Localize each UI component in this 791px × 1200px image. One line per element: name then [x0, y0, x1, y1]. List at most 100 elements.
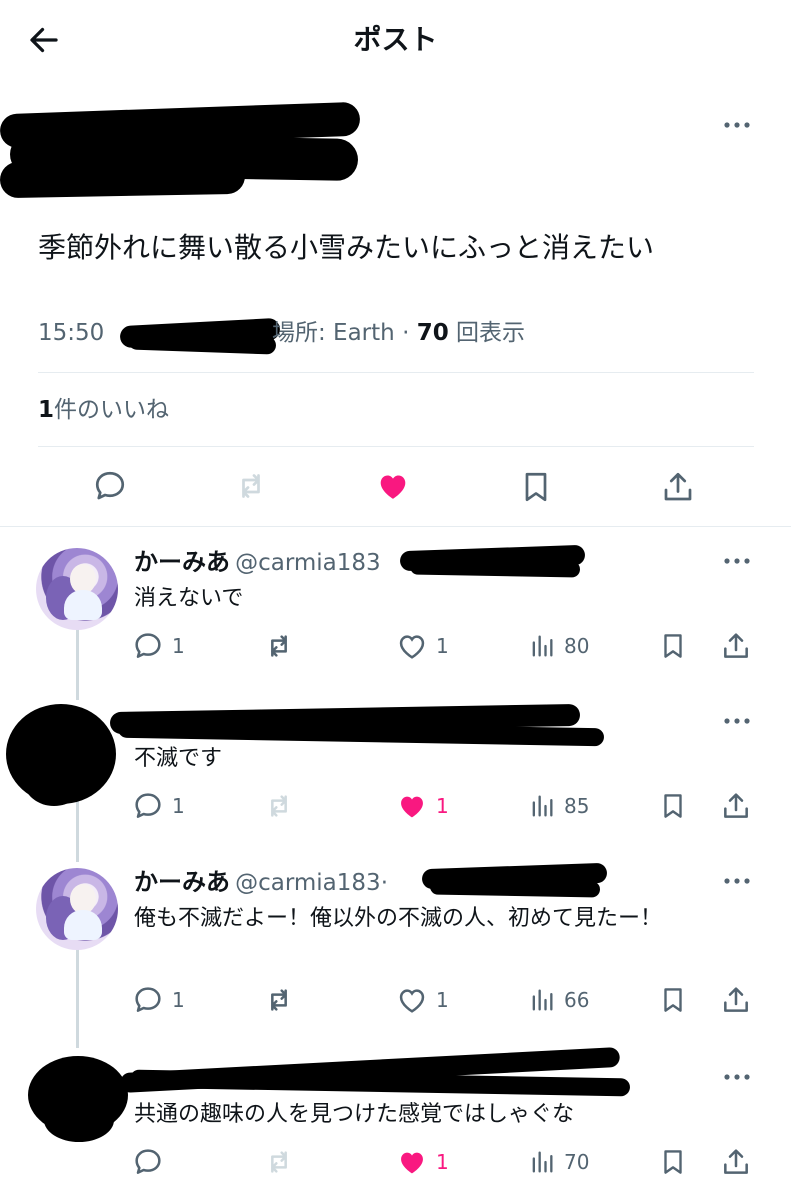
handle-separator: ·: [380, 870, 388, 896]
reply-repost-button[interactable]: [262, 1146, 296, 1178]
heart-icon: [399, 989, 425, 1013]
reply-actions: 1 70: [132, 1146, 762, 1180]
post-reply-button[interactable]: [92, 468, 128, 504]
reply-views-button[interactable]: 80: [528, 630, 589, 662]
heart-icon: [380, 475, 406, 499]
bookmark-icon: [664, 634, 682, 658]
reply-text: 不滅です: [134, 746, 223, 771]
views-icon: [532, 989, 553, 1011]
reply-reply-button[interactable]: [132, 1146, 172, 1178]
post-likes-count: 1: [38, 397, 55, 423]
reply-more-button[interactable]: [720, 548, 754, 574]
reply-reply-button[interactable]: 1: [132, 630, 185, 662]
reply-item[interactable]: かーみあ @carmia183· 俺も不滅だよー！俺以外の不滅の人、初めて見たー…: [0, 856, 791, 1036]
reply-share-button[interactable]: [720, 1146, 752, 1178]
reply-bookmark-button[interactable]: [658, 984, 688, 1016]
more-horizontal-icon: [724, 1074, 750, 1080]
reply-like-button[interactable]: 1: [396, 630, 449, 662]
reply-reply-count: 1: [172, 794, 185, 818]
reply-more-button[interactable]: [720, 1064, 754, 1090]
reply-views-button[interactable]: 70: [528, 1146, 589, 1178]
post-likes-link[interactable]: 1件のいいね: [38, 393, 169, 427]
reply-views-count: 70: [564, 1150, 590, 1174]
reply-icon: [135, 987, 161, 1012]
repost-icon: [271, 1151, 287, 1173]
reply-bookmark-button[interactable]: [658, 1146, 688, 1178]
views-icon: [532, 1151, 553, 1173]
reply-repost-button[interactable]: [262, 790, 296, 822]
reply-bookmark-button[interactable]: [658, 790, 688, 822]
reply-author-name[interactable]: かーみあ: [134, 548, 230, 576]
reply-actions: 1 1 85: [132, 790, 762, 824]
reply-reply-button[interactable]: 1: [132, 790, 185, 822]
reply-like-button[interactable]: 1: [396, 1146, 449, 1178]
views-icon: [532, 795, 553, 817]
bookmark-icon: [664, 988, 682, 1012]
reply-share-button[interactable]: [720, 630, 752, 662]
reply-repost-button[interactable]: [262, 984, 296, 1016]
meta-separator: ·: [402, 320, 417, 346]
more-horizontal-icon: [724, 558, 750, 564]
post-action-bar: [0, 462, 791, 512]
avatar[interactable]: [36, 548, 118, 630]
repost-icon: [271, 635, 287, 657]
reply-like-count: 1: [436, 634, 449, 658]
reply-reply-button[interactable]: 1: [132, 984, 185, 1016]
divider: [38, 372, 754, 373]
heart-icon: [401, 1152, 423, 1174]
reply-icon: [135, 633, 161, 658]
reply-author-handle[interactable]: @carmia183: [235, 870, 381, 896]
avatar[interactable]: [36, 868, 118, 950]
reply-views-count: 80: [564, 634, 590, 658]
post-bookmark-button[interactable]: [518, 468, 554, 506]
reply-bookmark-button[interactable]: [658, 630, 688, 662]
reply-like-count: 1: [436, 988, 449, 1012]
reply-icon: [135, 1149, 161, 1174]
share-icon: [664, 472, 692, 501]
post-views-count: 70: [416, 320, 449, 346]
reply-views-button[interactable]: 66: [528, 984, 589, 1016]
reply-like-count: 1: [436, 1150, 449, 1174]
reply-share-button[interactable]: [720, 984, 752, 1016]
reply-item[interactable]: 不滅です 1 1 85: [0, 696, 791, 846]
post-more-button[interactable]: [720, 112, 754, 138]
post-share-button[interactable]: [660, 468, 696, 506]
reply-repost-button[interactable]: [262, 630, 296, 662]
more-horizontal-icon: [724, 122, 750, 128]
post-meta-right: 場所: Earth · 70 回表示: [272, 316, 525, 350]
heart-icon: [401, 796, 423, 818]
share-icon: [724, 793, 748, 818]
repost-icon: [242, 474, 260, 498]
share-icon: [724, 1149, 748, 1174]
reply-item[interactable]: かーみあ @carmia183 消えないで 1 1 80: [0, 536, 791, 686]
reply-like-button[interactable]: 1: [396, 790, 449, 822]
divider: [0, 526, 791, 527]
bookmark-icon: [664, 1150, 682, 1174]
reply-share-button[interactable]: [720, 790, 752, 822]
reply-more-button[interactable]: [720, 708, 754, 734]
reply-author-handle[interactable]: @carmia183: [235, 550, 381, 576]
reply-text: 俺も不滅だよー！俺以外の不滅の人、初めて見たー！: [134, 906, 663, 931]
reply-item[interactable]: 共通の趣味の人を見つけた感覚ではしゃぐな 1 70: [0, 1046, 791, 1200]
reply-like-button[interactable]: 1: [396, 984, 449, 1016]
views-icon: [532, 635, 553, 657]
reply-views-count: 85: [564, 794, 590, 818]
more-horizontal-icon: [724, 878, 750, 884]
reply-author-name[interactable]: かーみあ: [134, 868, 230, 896]
reply-reply-count: 1: [172, 634, 185, 658]
page-title: ポスト: [353, 23, 438, 56]
post-like-button[interactable]: [374, 468, 412, 504]
reply-icon: [95, 471, 125, 500]
more-horizontal-icon: [724, 718, 750, 724]
reply-actions: 1 1 80: [132, 630, 762, 664]
post-time: 15:50: [38, 320, 105, 346]
heart-icon: [399, 635, 425, 659]
reply-views-button[interactable]: 85: [528, 790, 589, 822]
post-repost-button[interactable]: [232, 468, 270, 504]
divider: [38, 446, 754, 447]
post-text: 季節外れに舞い散る小雪みたいにふっと消えたい: [38, 231, 655, 264]
reply-views-count: 66: [564, 988, 590, 1012]
reply-reply-count: 1: [172, 988, 185, 1012]
repost-icon: [271, 989, 287, 1011]
reply-more-button[interactable]: [720, 868, 754, 894]
